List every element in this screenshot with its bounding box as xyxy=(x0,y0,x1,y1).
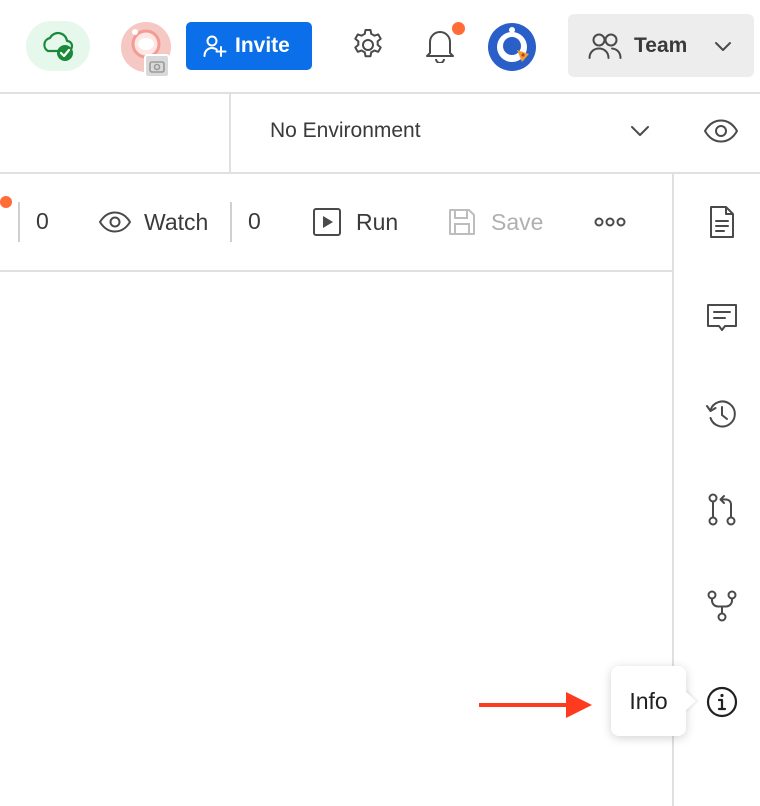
annotation-arrow-shaft xyxy=(479,703,574,707)
invite-button[interactable]: Invite xyxy=(186,22,312,70)
environment-selector-label: No Environment xyxy=(270,119,421,142)
chevron-down-icon xyxy=(631,126,649,136)
ellipsis-icon xyxy=(594,217,626,227)
watch-count[interactable]: 0 xyxy=(248,208,261,235)
watch-button-label: Watch xyxy=(144,208,209,235)
notifications-button[interactable] xyxy=(423,27,457,63)
unsaved-indicator xyxy=(0,196,12,208)
info-tooltip-text: Info xyxy=(629,687,668,714)
toolbar-divider xyxy=(0,270,672,272)
toolbar-separator xyxy=(230,202,232,242)
camera-badge-icon xyxy=(144,54,170,78)
sidebar-item-history[interactable] xyxy=(704,396,740,432)
play-icon xyxy=(313,208,341,236)
run-button-label: Run xyxy=(356,208,399,235)
sidebar-item-comments[interactable] xyxy=(704,300,740,336)
run-button[interactable]: Run xyxy=(312,200,404,244)
save-button[interactable]: Save xyxy=(447,200,551,244)
invite-button-label: Invite xyxy=(235,34,290,57)
sync-status-button[interactable] xyxy=(26,21,90,71)
annotation-arrow-head xyxy=(566,692,592,718)
chevron-down-icon xyxy=(715,41,732,51)
documentation-icon xyxy=(710,206,734,238)
eye-icon xyxy=(704,119,738,143)
save-icon xyxy=(449,209,475,235)
bell-icon xyxy=(426,31,454,63)
fork-count: 0 xyxy=(36,208,49,234)
history-icon xyxy=(706,400,736,428)
sidebar-item-pull-requests[interactable] xyxy=(704,492,740,528)
watch-button[interactable]: Watch xyxy=(98,200,216,244)
environment-quick-look-button[interactable] xyxy=(703,116,739,146)
sidebar-item-forks[interactable] xyxy=(704,588,740,624)
sidebar-item-info[interactable] xyxy=(704,684,740,720)
info-icon xyxy=(706,686,738,718)
sidebar-item-documentation[interactable] xyxy=(704,204,740,240)
save-button-label: Save xyxy=(491,208,544,235)
workspace-label: Team xyxy=(634,33,688,57)
gear-icon xyxy=(354,29,382,58)
cloud-check-icon xyxy=(43,31,74,61)
eye-icon xyxy=(99,211,131,233)
user-profile-icon xyxy=(488,23,536,71)
tooltip-pointer xyxy=(684,690,696,712)
toolbar-separator xyxy=(18,202,20,242)
settings-button[interactable] xyxy=(350,27,386,63)
user-avatar[interactable] xyxy=(487,22,537,72)
environment-dropdown-toggle[interactable] xyxy=(628,122,652,140)
info-tooltip: Info xyxy=(611,666,686,736)
notification-badge xyxy=(452,22,465,35)
fork-icon xyxy=(707,590,737,622)
env-divider xyxy=(0,172,760,174)
pull-request-icon xyxy=(708,493,736,526)
workspace-switcher[interactable]: Team xyxy=(568,14,754,77)
more-actions-button[interactable] xyxy=(592,208,628,236)
add-user-icon xyxy=(203,35,227,57)
comments-icon xyxy=(707,304,737,331)
team-icon xyxy=(588,33,622,59)
